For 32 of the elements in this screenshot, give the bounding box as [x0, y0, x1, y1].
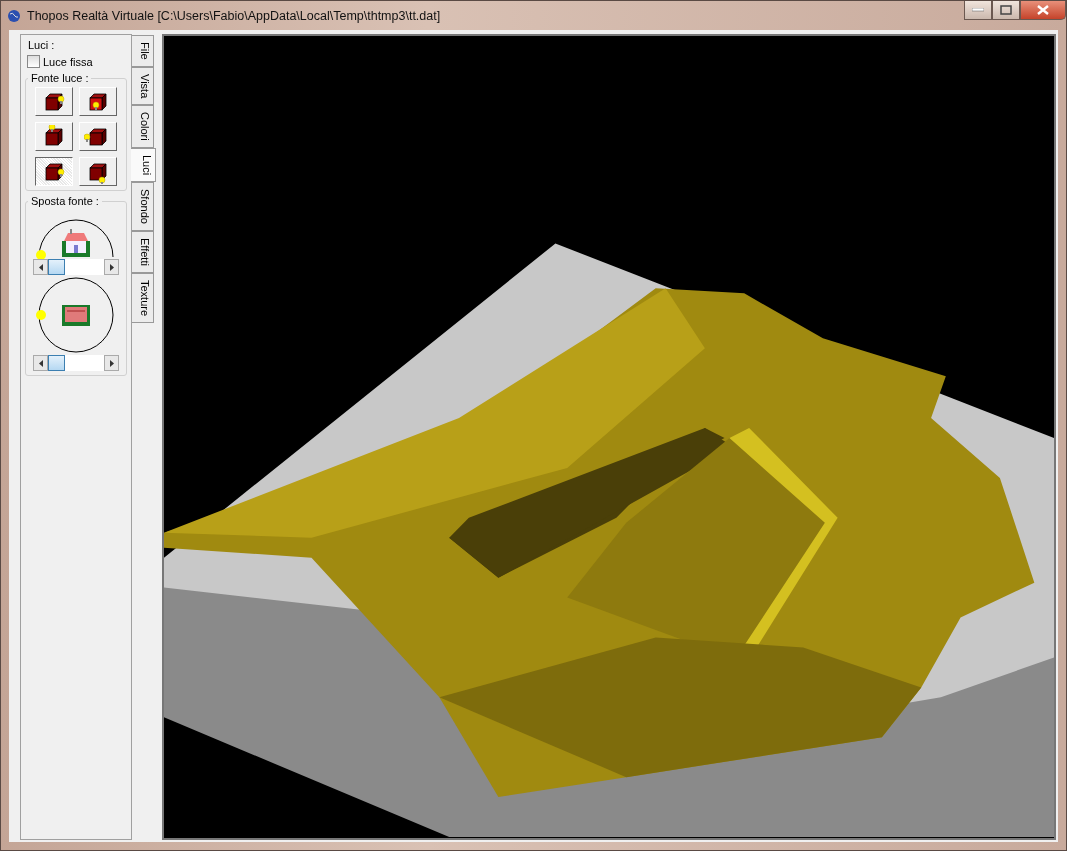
- minimize-icon: [972, 8, 984, 12]
- right-arrow-icon: [109, 359, 114, 367]
- horizontal-scrollbar[interactable]: [33, 355, 119, 371]
- left-arrow-icon: [38, 359, 43, 367]
- right-arrow-icon: [109, 263, 114, 271]
- checkbox[interactable]: [27, 55, 40, 68]
- scroll-left-button[interactable]: [33, 259, 48, 275]
- vertical-tab[interactable]: File: [132, 35, 154, 67]
- vertical-tab[interactable]: Sfondo: [132, 181, 154, 231]
- scroll-right-button[interactable]: [104, 355, 119, 371]
- vertical-tab[interactable]: Luci: [131, 147, 156, 182]
- left-arrow-icon: [38, 263, 43, 271]
- close-icon: [1037, 5, 1049, 15]
- scrollbar-thumb[interactable]: [48, 259, 66, 275]
- group-title: Fonte luce :: [28, 72, 92, 84]
- maximize-icon: [1000, 5, 1012, 15]
- scroll-right-button[interactable]: [104, 259, 119, 275]
- horizontal-scrollbar[interactable]: [33, 259, 119, 275]
- globe-icon: [7, 8, 21, 23]
- maximize-button[interactable]: [992, 1, 1020, 20]
- checkbox-label: Luce fissa: [43, 55, 93, 68]
- scrollbar-thumb[interactable]: [48, 355, 66, 371]
- light-position-button[interactable]: [35, 157, 73, 186]
- vertical-tab[interactable]: Vista: [132, 66, 154, 105]
- group-title: Sposta fonte :: [28, 195, 102, 207]
- minimize-button[interactable]: [964, 1, 992, 20]
- scroll-left-button[interactable]: [33, 355, 48, 371]
- vertical-tab[interactable]: Colori: [132, 105, 154, 148]
- vertical-tab[interactable]: Texture: [132, 272, 154, 323]
- close-button[interactable]: [1020, 1, 1066, 20]
- vertical-tab[interactable]: Effetti: [132, 230, 154, 273]
- window-title: Thopos Realtà Virtuale [C:\Users\Fabio\AppData\Local\Temp\thtmp3\tt.dat]: [27, 8, 442, 23]
